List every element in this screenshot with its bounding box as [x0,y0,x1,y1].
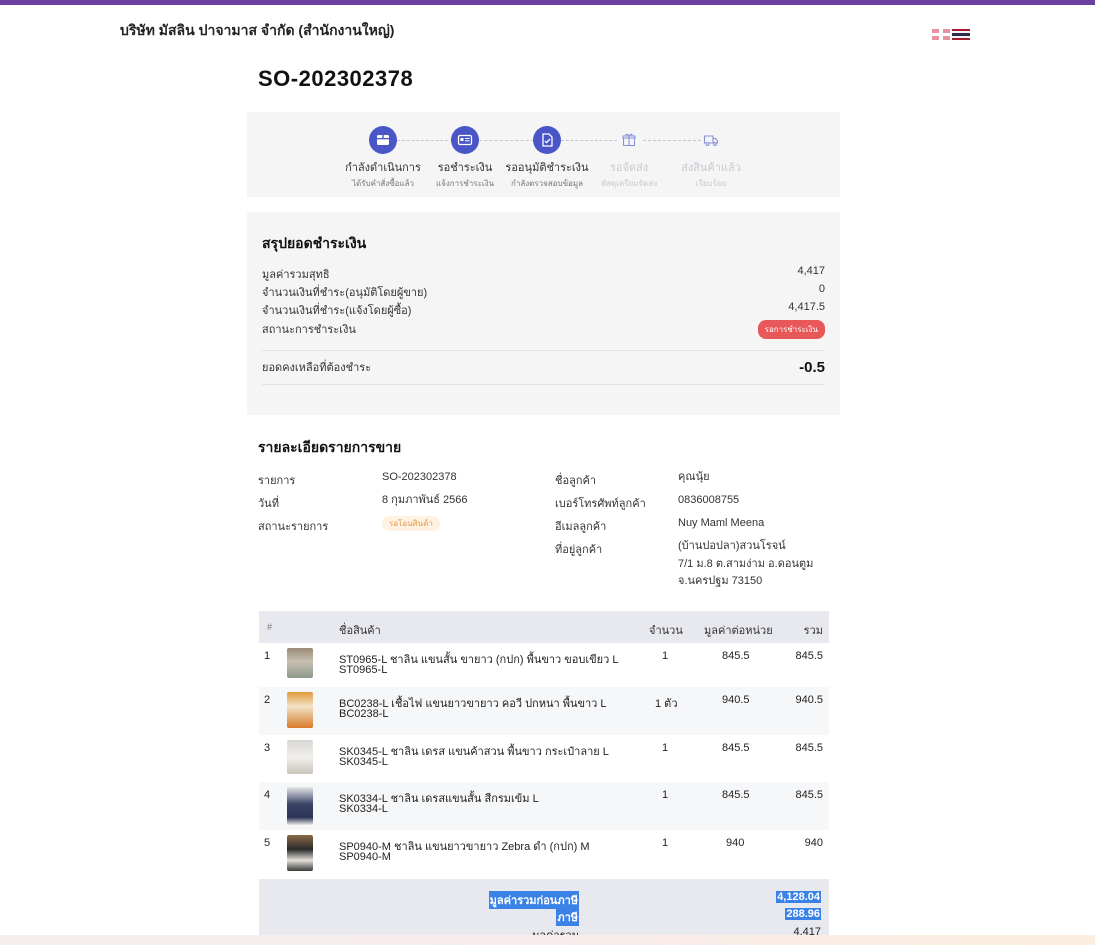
payment-summary-title: สรุปยอดชำระเงิน [262,235,367,251]
email-value: Nuy Maml Meena [678,517,765,529]
thai-flag-icon[interactable] [952,29,970,40]
payment-label: จำนวนเงินที่ชำระ(อนุมัติโดยผู้ขาย) [262,287,428,299]
product-unit-price: 845.5 [722,789,750,801]
product-unit-price: 845.5 [722,742,750,754]
product-qty: 1 [662,742,669,754]
payment-card-icon [451,126,479,154]
date-value: 8 กุมภาพันธ์ 2566 [382,494,468,506]
table-row: 3 SK0345-L ชาลิน เดรส แขนค้าสวน พื้นขาว … [259,735,829,782]
order-number-title: SO-202302378 [258,66,414,91]
customer-label: ชื่อลูกค้า [555,475,597,487]
product-sku: ST0965-L [339,664,388,676]
row-num: 3 [264,742,271,754]
document-check-icon [533,126,561,154]
phone-value: 0836008755 [678,494,740,506]
package-icon [615,126,643,154]
remaining-label: ยอดคงเหลือที่ต้องชำระ [262,362,372,374]
product-unit-price: 940.5 [722,694,750,706]
product-unit-price: 845.5 [722,650,750,662]
product-total: 940.5 [795,694,823,706]
product-thumbnail [287,648,313,678]
product-total: 940 [804,837,823,849]
item-label: รายการ [258,475,296,487]
order-status-steps: กำลังดำเนินการ ได้รับคำสั่งซื้อแล้ว รอชำ… [247,112,840,197]
product-sku: BC0238-L [339,708,389,720]
subtotal-value: 4,128.04 [776,891,821,903]
step-subtitle: เรียบร้อย [695,179,727,188]
header-unit-price: มูลค่าต่อหน่วย [704,625,773,637]
product-sku: SK0345-L [339,756,388,768]
item-value: SO-202302378 [382,471,457,483]
date-label: วันที่ [258,498,279,510]
product-table: # ชื่อสินค้า จำนวน มูลค่าต่อหน่วย รวม 1 … [259,611,829,878]
payment-value: 4,417.5 [788,301,825,313]
english-flag-icon[interactable] [932,29,950,40]
product-qty: 1 [662,837,669,849]
customer-value: คุณนุ้ย [678,471,710,483]
row-num: 2 [264,694,271,706]
table-row: 2 BC0238-L เชื้อไฟ แขนยาวขายาว คอวี ปกหน… [259,687,829,735]
product-thumbnail [287,787,313,825]
product-unit-price: 940 [726,837,745,849]
product-sku: SP0940-M [339,851,391,863]
bottom-bar [0,935,1095,945]
product-sku: SK0334-L [339,803,388,815]
payment-status-badge: รอการชำระเงิน [757,320,825,339]
header-name: ชื่อสินค้า [339,625,381,637]
product-total: 845.5 [795,742,823,754]
address-label: ที่อยู่ลูกค้า [555,544,603,556]
header-total: รวม [803,625,823,637]
header-num: # [267,622,273,632]
divider [262,350,825,351]
row-num: 4 [264,789,271,801]
payment-value: 4,417 [797,265,825,277]
tax-label: ภาษี [556,908,579,926]
payment-label: จำนวนเงินที่ชำระ(แจ้งโดยผู้ซื้อ) [262,305,412,317]
sale-details-title: รายละเอียดรายการขาย [258,439,402,455]
truck-icon [697,126,725,154]
product-qty: 1 ตัว [655,698,678,710]
payment-summary: สรุปยอดชำระเงิน มูลค่ารวมสุทธิ 4,417 จำน… [247,212,840,415]
payment-label: มูลค่ารวมสุทธิ [262,269,330,281]
row-num: 5 [264,837,271,849]
product-thumbnail [287,740,313,774]
divider [262,384,825,385]
page-header: บริษัท มัสลิน ปาจามาส จำกัด (สำนักงานใหญ… [0,5,1095,50]
sale-status-label: สถานะรายการ [258,521,329,533]
product-qty: 1 [662,789,669,801]
table-row: 5 SP0940-M ชาลิน แขนยาวขายาว Zebra ดำ (ก… [259,830,829,878]
table-row: 1 ST0965-L ชาลิน แขนสั้น ขายาว (กปก) พื้… [259,643,829,687]
address-line: 7/1 ม.8 ต.สามง่าม อ.ดอนตูม [678,558,814,570]
product-qty: 1 [662,650,669,662]
phone-label: เบอร์โทรศัพท์ลูกค้า [555,498,646,510]
box-icon [369,126,397,154]
address-line: (บ้านปอปลา)สวนโรจน์ [678,540,786,552]
subtotal-label: มูลค่ารวมก่อนภาษี [488,891,579,909]
step-title: ส่งสินค้าแล้ว [681,162,741,174]
tax-value: 288.96 [785,908,821,920]
language-switcher [932,29,970,40]
product-thumbnail [287,692,313,728]
header-qty: จำนวน [649,625,683,637]
row-num: 1 [264,650,271,662]
payment-status-label: สถานะการชำระเงิน [262,324,356,336]
payment-value: 0 [818,283,825,295]
product-thumbnail [287,835,313,871]
product-total: 845.5 [795,650,823,662]
company-name: บริษัท มัสลิน ปาจามาส จำกัด (สำนักงานใหญ… [120,22,395,38]
address-line: จ.นครปฐม 73150 [678,575,763,587]
table-header: # ชื่อสินค้า จำนวน มูลค่าต่อหน่วย รวม [259,611,829,643]
table-row: 4 SK0334-L ชาลิน เดรสแขนสั้น สีกรมเข้ม L… [259,782,829,830]
remaining-value: -0.5 [799,359,825,376]
sale-status-badge: รอโอนสินค้า [382,516,440,531]
step-shipped: ส่งสินค้าแล้ว เรียบร้อย [661,126,761,190]
product-total: 845.5 [795,789,823,801]
email-label: อีเมลลูกค้า [555,521,607,533]
